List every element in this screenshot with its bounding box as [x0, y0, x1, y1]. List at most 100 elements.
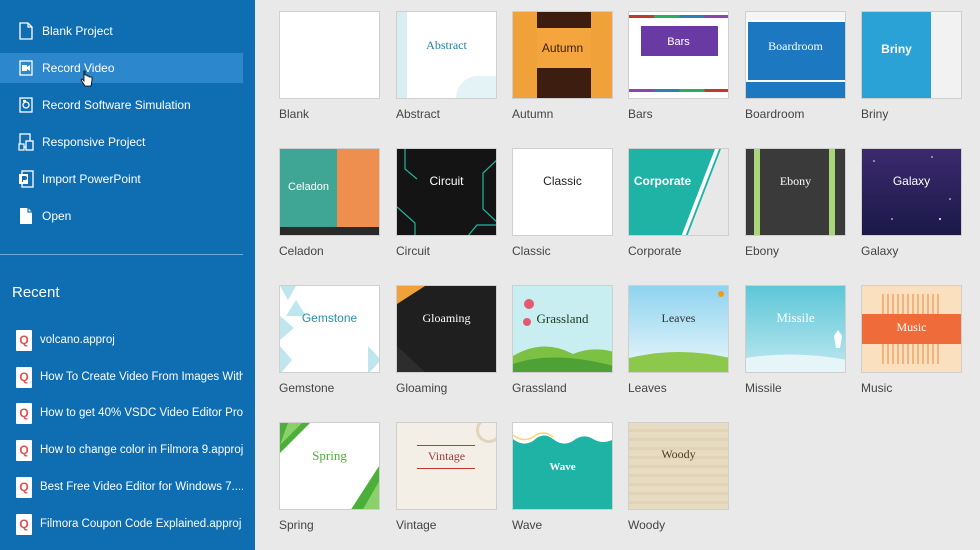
sidebar: Blank Project Record Video Record Softwa…: [0, 0, 255, 550]
theme-abstract[interactable]: Abstract Abstract: [396, 11, 497, 121]
theme-music[interactable]: Music Music: [861, 285, 962, 395]
theme-missile[interactable]: Missile Missile: [745, 285, 846, 395]
theme-grassland[interactable]: Grassland Grassland: [512, 285, 613, 395]
theme-title: Corporate: [633, 174, 692, 188]
recent-item-label: How to get 40% VSDC Video Editor Pro ...: [40, 407, 243, 419]
theme-title: Circuit: [429, 174, 464, 188]
project-file-icon: Q: [16, 402, 32, 424]
theme-title: Bars: [667, 36, 690, 48]
theme-title: Celadon: [288, 181, 329, 193]
theme-title: Leaves: [661, 311, 696, 325]
theme-gemstone[interactable]: Gemstone Gemstone: [279, 285, 380, 395]
recent-item[interactable]: Q Best Free Video Editor for Windows 7..…: [0, 472, 243, 502]
record-video-label: Record Video: [42, 61, 115, 75]
theme-title: Classic: [543, 174, 582, 188]
theme-classic[interactable]: Classic Classic: [512, 148, 613, 258]
document-icon: [18, 21, 34, 41]
theme-briny[interactable]: Briny Briny: [861, 11, 962, 121]
theme-leaves[interactable]: Leaves Leaves: [628, 285, 729, 395]
project-file-icon: Q: [16, 476, 32, 498]
theme-title: Ebony: [779, 174, 812, 188]
theme-thumbnail: Gemstone: [279, 285, 380, 373]
theme-wave[interactable]: Wave Wave: [512, 422, 613, 532]
theme-boardroom[interactable]: Boardroom Boardroom: [745, 11, 846, 121]
theme-label: Leaves: [628, 381, 667, 395]
theme-title: Music: [896, 320, 927, 334]
theme-ebony[interactable]: Ebony Ebony: [745, 148, 846, 258]
theme-galaxy[interactable]: Galaxy Galaxy: [861, 148, 962, 258]
theme-woody[interactable]: Woody Woody: [628, 422, 729, 532]
theme-spring[interactable]: Spring Spring: [279, 422, 380, 532]
recent-item[interactable]: Q How to change color in Filmora 9.appro…: [0, 435, 243, 465]
theme-label: Galaxy: [861, 244, 899, 258]
theme-thumbnail: Spring: [279, 422, 380, 510]
theme-thumbnail: Gloaming: [396, 285, 497, 373]
recent-item[interactable]: Q How To Create Video From Images With .…: [0, 362, 243, 392]
theme-thumbnail: Abstract: [396, 11, 497, 99]
video-camera-icon: [18, 58, 34, 78]
theme-title: Spring: [312, 448, 347, 463]
recent-item-label: How To Create Video From Images With ...: [40, 371, 243, 383]
sidebar-divider: [0, 254, 243, 255]
open-button[interactable]: Open: [0, 201, 243, 231]
responsive-project-button[interactable]: Responsive Project: [0, 127, 243, 157]
recent-item[interactable]: Q How to get 40% VSDC Video Editor Pro .…: [0, 398, 243, 428]
theme-blank[interactable]: Blank: [279, 11, 380, 121]
theme-thumbnail: Bars: [628, 11, 729, 99]
theme-thumbnail: Briny: [861, 11, 962, 99]
theme-thumbnail: Celadon: [279, 148, 380, 236]
theme-thumbnail: Woody: [628, 422, 729, 510]
responsive-project-label: Responsive Project: [42, 135, 146, 149]
theme-corporate[interactable]: Corporate Corporate: [628, 148, 729, 258]
theme-title: Grassland: [536, 311, 589, 326]
theme-label: Blank: [279, 107, 310, 121]
theme-thumbnail: Leaves: [628, 285, 729, 373]
open-label: Open: [42, 209, 72, 223]
responsive-devices-icon: [18, 132, 34, 152]
project-file-icon: Q: [16, 513, 32, 535]
theme-thumbnail: Classic: [512, 148, 613, 236]
recent-item-label: volcano.approj: [40, 334, 115, 346]
theme-title: Galaxy: [892, 174, 931, 188]
theme-thumbnail: Boardroom: [745, 11, 846, 99]
recent-item-label: Best Free Video Editor for Windows 7....: [40, 481, 243, 493]
theme-label: Vintage: [396, 518, 437, 532]
camera-icon: [18, 95, 34, 115]
recent-item-label: Filmora Coupon Code Explained.approj: [40, 518, 242, 530]
theme-autumn[interactable]: Autumn Autumn: [512, 11, 613, 121]
recent-heading: Recent: [12, 284, 60, 301]
theme-label: Autumn: [512, 107, 554, 121]
theme-label: Music: [861, 381, 893, 395]
theme-title: Missile: [776, 310, 815, 325]
import-powerpoint-button[interactable]: Import PowerPoint: [0, 164, 243, 194]
theme-thumbnail: [279, 11, 380, 99]
theme-label: Bars: [628, 107, 653, 121]
theme-label: Woody: [628, 518, 666, 532]
theme-label: Celadon: [279, 244, 324, 258]
theme-vintage[interactable]: Vintage Vintage: [396, 422, 497, 532]
theme-bars[interactable]: Bars Bars: [628, 11, 729, 121]
theme-title: Gloaming: [422, 311, 471, 325]
project-file-icon: Q: [16, 329, 32, 351]
recent-item[interactable]: Q Filmora Coupon Code Explained.approj: [0, 509, 243, 539]
theme-thumbnail: Circuit: [396, 148, 497, 236]
theme-gloaming[interactable]: Gloaming Gloaming: [396, 285, 497, 395]
record-software-simulation-button[interactable]: Record Software Simulation: [0, 90, 243, 120]
theme-thumbnail: Wave: [512, 422, 613, 510]
record-software-simulation-label: Record Software Simulation: [42, 98, 191, 112]
theme-label: Abstract: [396, 107, 441, 121]
theme-label: Missile: [745, 381, 782, 395]
theme-thumbnail: Missile: [745, 285, 846, 373]
theme-thumbnail: Vintage: [396, 422, 497, 510]
blank-project-button[interactable]: Blank Project: [0, 16, 243, 46]
theme-title: Autumn: [541, 41, 584, 55]
recent-item[interactable]: Q volcano.approj: [0, 325, 243, 355]
record-video-button[interactable]: Record Video: [0, 53, 243, 83]
theme-label: Gloaming: [396, 381, 448, 395]
theme-thumbnail: Music: [861, 285, 962, 373]
theme-celadon[interactable]: Celadon Celadon: [279, 148, 380, 258]
theme-circuit[interactable]: Circuit Circuit: [396, 148, 497, 258]
theme-label: Corporate: [628, 244, 682, 258]
theme-label: Briny: [861, 107, 889, 121]
theme-title: Abstract: [426, 38, 467, 52]
